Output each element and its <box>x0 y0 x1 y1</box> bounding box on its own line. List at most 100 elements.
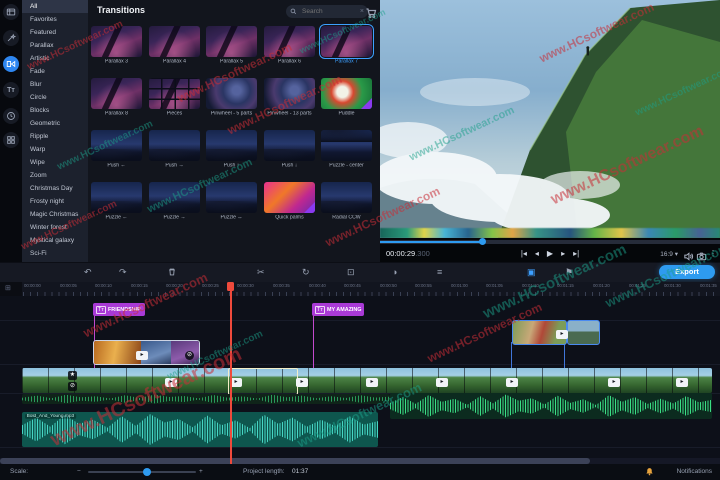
category-item[interactable]: Zoom <box>22 169 88 182</box>
transition-badge[interactable]: ▸ <box>136 351 148 360</box>
seek-bar[interactable] <box>380 240 720 244</box>
color-adjust-button[interactable]: ◑ <box>392 266 397 279</box>
add-track-icon[interactable]: ⊞ <box>5 284 11 292</box>
title-clip[interactable]: Tт MY AMAZING <box>312 303 364 316</box>
seek-handle[interactable] <box>479 238 486 245</box>
transition-badge[interactable]: ▸ <box>506 378 518 387</box>
filters-button[interactable] <box>3 30 19 46</box>
transition-tile[interactable]: Puzzle - center <box>320 130 373 182</box>
transition-badge[interactable]: ▸ <box>165 378 177 387</box>
transition-tile[interactable]: Puzzle → <box>148 182 201 234</box>
previous-frame-button[interactable]: ◂ <box>535 248 539 260</box>
transition-tile[interactable]: Puddle <box>320 78 373 130</box>
export-button[interactable]: Export <box>659 265 715 279</box>
transition-badge[interactable]: ▸ <box>366 378 378 387</box>
transition-tile[interactable]: Push ↓ <box>263 130 316 182</box>
play-button[interactable]: ▶ <box>547 248 553 260</box>
category-item[interactable]: Fade <box>22 65 88 78</box>
category-item[interactable]: Sci-Fi <box>22 247 88 260</box>
rotate-button[interactable]: ↻ <box>302 266 310 279</box>
music-audio-clip[interactable]: Bold_And_Young.mp3 <box>22 412 378 447</box>
transition-tile[interactable]: Quick palms <box>263 182 316 234</box>
category-item[interactable]: Wipe <box>22 156 88 169</box>
transition-tile[interactable]: Puzzle ← <box>90 182 143 234</box>
title-clip[interactable]: Tт FRIENDSHIP <box>93 303 145 316</box>
category-item[interactable]: Parallax <box>22 39 88 52</box>
playhead-handle[interactable] <box>227 282 234 291</box>
transition-badge[interactable]: ▸ <box>676 378 688 387</box>
timeline-ruler[interactable]: 00:00:00 00:00:05 00:00:10 00:00:15 00:0… <box>22 282 720 296</box>
category-item[interactable]: Mystical galaxy <box>22 234 88 247</box>
playhead[interactable] <box>230 282 232 463</box>
more-tools-button[interactable] <box>3 132 19 148</box>
titles-button[interactable]: Tт <box>3 82 19 98</box>
transition-tile[interactable]: Parallax 6 <box>263 26 316 78</box>
import-media-button[interactable] <box>3 4 19 20</box>
stickers-button[interactable] <box>3 108 19 124</box>
transition-tile[interactable]: Parallax 4 <box>148 26 201 78</box>
search-input[interactable] <box>300 7 357 16</box>
transition-tile[interactable]: Puzzle ↔ <box>205 182 258 234</box>
undo-button[interactable]: ↶ <box>84 266 92 279</box>
transitions-button[interactable] <box>3 56 19 72</box>
zoom-slider-handle[interactable] <box>143 468 151 476</box>
category-item[interactable]: Winter forest <box>22 221 88 234</box>
timeline-zoom-slider[interactable] <box>88 471 196 473</box>
store-button[interactable] <box>365 6 377 18</box>
zoom-out-button[interactable]: − <box>77 468 81 475</box>
transition-tile[interactable]: Pinwheel - 13 parts <box>263 78 316 130</box>
category-item[interactable]: Featured <box>22 26 88 39</box>
clip-properties-button[interactable]: ≡ <box>437 266 442 279</box>
category-item[interactable]: Geometric <box>22 117 88 130</box>
transition-badge[interactable]: ▸ <box>556 330 568 339</box>
redo-button[interactable]: ↷ <box>119 266 127 279</box>
skip-end-button[interactable]: ▸| <box>573 248 579 260</box>
category-item-all[interactable]: All <box>22 0 88 13</box>
transition-tile[interactable]: Radial CCW <box>320 182 373 234</box>
transition-tile[interactable]: Pinwheel - 5 parts <box>205 78 258 130</box>
category-item[interactable]: Blocks <box>22 104 88 117</box>
transition-tile[interactable]: Parallax 8 <box>90 78 143 130</box>
transition-label: Pinwheel - 5 parts <box>209 111 255 116</box>
transition-tile[interactable]: Pieces <box>148 78 201 130</box>
transition-badge[interactable]: ▸ <box>296 378 308 387</box>
transition-tile[interactable]: Push ← <box>90 130 143 182</box>
transition-tile[interactable]: Push → <box>148 130 201 182</box>
category-item[interactable]: Circle <box>22 91 88 104</box>
aspect-ratio-select[interactable]: 16:9 ▾ <box>660 250 678 258</box>
skip-start-button[interactable]: |◂ <box>521 248 527 260</box>
category-item[interactable]: Blur <box>22 78 88 91</box>
notifications-button[interactable]: Notifications <box>677 468 712 475</box>
marker-button[interactable]: ⚑ <box>565 266 573 279</box>
transition-badge[interactable]: ▸ <box>436 378 448 387</box>
category-item[interactable]: Christmas Day <box>22 182 88 195</box>
zoom-in-button[interactable]: + <box>199 468 203 475</box>
category-item[interactable]: Artistic <box>22 52 88 65</box>
linked-audio-clip-right[interactable] <box>390 393 712 419</box>
muted-clip-badge: ⊘ <box>68 382 77 391</box>
delete-button[interactable] <box>167 267 177 281</box>
overlay-clip[interactable] <box>567 320 600 345</box>
category-item[interactable]: Favorites <box>22 13 88 26</box>
category-item[interactable]: Frosty night <box>22 195 88 208</box>
more-options-button[interactable]: ⋮ <box>709 249 717 258</box>
transition-badge[interactable]: ▸ <box>608 378 620 387</box>
snapshot-button[interactable] <box>696 249 707 260</box>
transition-tile[interactable]: Parallax 3 <box>90 26 143 78</box>
next-frame-button[interactable]: ▸ <box>561 248 565 260</box>
split-button[interactable]: ✂ <box>257 266 265 279</box>
crop-button[interactable]: ⊡ <box>347 266 355 279</box>
search-box[interactable]: × <box>286 5 368 18</box>
category-item[interactable]: Warp <box>22 143 88 156</box>
linked-audio-clip-left[interactable] <box>22 394 390 404</box>
volume-button[interactable] <box>683 249 694 260</box>
transition-wizard-button[interactable]: ▣ <box>527 266 536 279</box>
transition-badge[interactable]: ▸ <box>230 378 242 387</box>
clear-search-icon[interactable]: × <box>360 8 364 15</box>
category-item[interactable]: Magic Christmas <box>22 208 88 221</box>
transition-tile[interactable]: Push ↑ <box>205 130 258 182</box>
title-clip-label: FRIENDSHIP <box>108 307 141 312</box>
category-item[interactable]: Ripple <box>22 130 88 143</box>
transition-tile-selected[interactable]: Parallax 7 <box>320 26 373 78</box>
transition-tile[interactable]: Parallax 5 <box>205 26 258 78</box>
